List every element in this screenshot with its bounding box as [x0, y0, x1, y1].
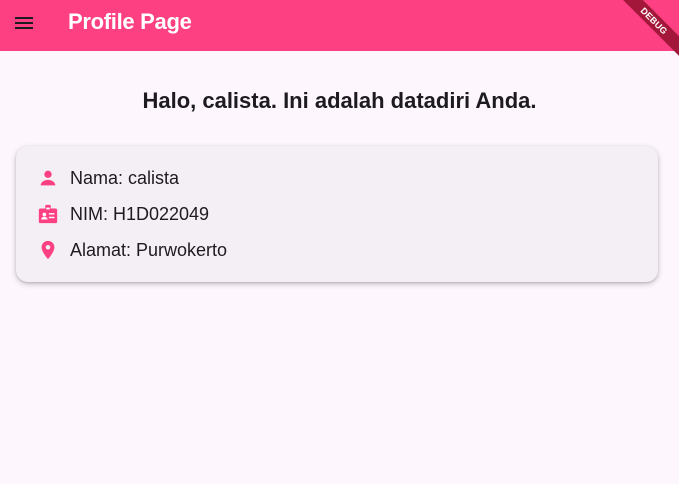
- profile-row-name: Nama: calista: [36, 166, 179, 190]
- app-bar: Profile Page DEBUG: [0, 0, 679, 60]
- debug-banner-label: DEBUG: [610, 0, 679, 60]
- profile-row-address: Alamat: Purwokerto: [36, 238, 227, 262]
- menu-button[interactable]: [0, 0, 48, 46]
- profile-nim-text: NIM: H1D022049: [70, 203, 210, 224]
- person-icon: [36, 166, 60, 190]
- debug-banner: DEBUG: [599, 0, 679, 60]
- profile-card: Nama: calista NIM: H1D022049 Alamat: Pur…: [16, 146, 658, 282]
- profile-name-text: Nama: calista: [70, 167, 180, 188]
- page-title: Profile Page: [68, 9, 192, 34]
- menu-icon: [15, 17, 33, 29]
- badge-icon: [36, 202, 60, 226]
- profile-address-text: Alamat: Purwokerto: [70, 239, 228, 260]
- location-pin-icon: [36, 238, 60, 262]
- profile-row-nim: NIM: H1D022049: [36, 202, 209, 226]
- greeting-heading: Halo, calista. Ini adalah datadiri Anda.: [142, 88, 537, 113]
